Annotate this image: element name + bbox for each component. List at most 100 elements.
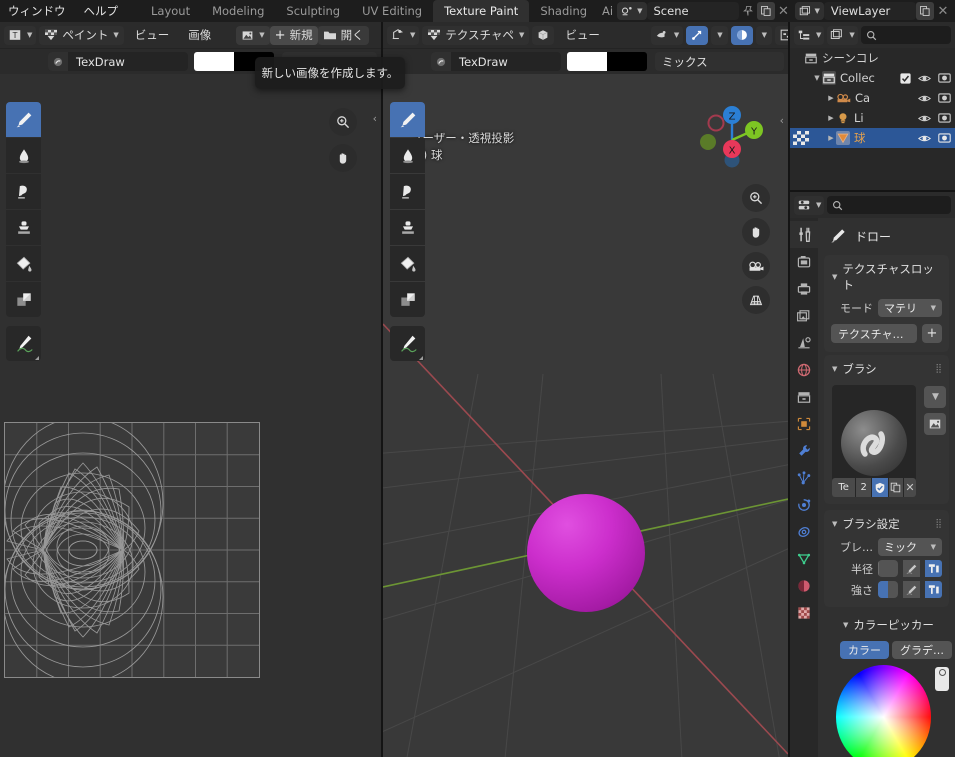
viewport-brush-name[interactable]: TexDraw <box>451 55 561 69</box>
visibility-dropdown-button[interactable]: ▼ <box>650 25 684 45</box>
strength-pressure-toggle[interactable] <box>903 581 920 598</box>
viewport-editor-type-button[interactable]: ▼ <box>387 25 420 45</box>
properties-search-input[interactable] <box>827 196 951 214</box>
image-browse-button[interactable]: ▼ <box>236 25 270 45</box>
shading-options-dropdown[interactable]: ▼ <box>755 25 772 45</box>
outliner-row-camera[interactable]: ▶ Ca <box>790 88 955 108</box>
scene-name-field[interactable]: Scene <box>646 2 739 20</box>
zoom-button[interactable] <box>329 108 357 136</box>
disclosure-triangle-icon[interactable]: ▶ <box>826 94 836 102</box>
workspace-tab-sculpting[interactable]: Sculpting <box>275 0 351 22</box>
outliner-row-light[interactable]: ▶ Li <box>790 108 955 128</box>
radius-pressure-toggle[interactable] <box>903 560 920 577</box>
tab-object[interactable] <box>790 410 818 437</box>
render-camera-icon[interactable] <box>938 112 951 124</box>
scene-pin-button[interactable] <box>739 2 757 20</box>
tab-material[interactable] <box>790 572 818 599</box>
value-slider-handle[interactable] <box>939 669 947 676</box>
camera-view-button[interactable] <box>742 252 770 280</box>
color-tab[interactable]: カラー <box>840 641 889 659</box>
snap-options-dropdown[interactable]: ▼ <box>711 25 728 45</box>
tool-clone[interactable] <box>6 210 41 245</box>
texture-slot-button[interactable]: テクスチャ… <box>831 324 917 343</box>
viewport-brush-datablock[interactable]: TexDraw <box>431 52 561 71</box>
tool-mask[interactable] <box>390 282 425 317</box>
workspace-tab-shading[interactable]: Shading <box>529 0 598 22</box>
texture-mode-dropdown[interactable]: マテリ ▼ <box>878 299 942 317</box>
workspace-tab-layout[interactable]: Layout <box>140 0 201 22</box>
workspace-tab-ai[interactable]: Ai <box>598 0 617 22</box>
workspace-tab-modeling[interactable]: Modeling <box>201 0 275 22</box>
image-editor-menu-view[interactable]: ビュー <box>127 27 178 43</box>
secondary-color-swatch[interactable] <box>607 52 647 71</box>
unlink-brush-button[interactable]: ✕ <box>903 478 916 497</box>
image-editor-sidebar-toggle[interactable]: ‹ <box>373 112 377 125</box>
zoom-button[interactable] <box>742 184 770 212</box>
gradient-tab[interactable]: グラデ… <box>892 641 952 659</box>
tab-modifiers[interactable] <box>790 437 818 464</box>
tab-tool[interactable] <box>790 221 818 248</box>
eye-icon[interactable] <box>918 73 931 84</box>
primary-color-swatch[interactable] <box>567 52 607 71</box>
workspace-tab-texture-paint[interactable]: Texture Paint <box>433 0 530 22</box>
tool-smear[interactable] <box>6 174 41 209</box>
viewlayer-new-button[interactable] <box>915 2 934 20</box>
tool-fill[interactable] <box>390 246 425 281</box>
render-camera-icon[interactable] <box>938 72 951 84</box>
tool-smear[interactable] <box>390 174 425 209</box>
panel-header-color-picker[interactable]: ▼ カラーピッカー <box>824 615 949 637</box>
workspace-tab-uv-editing[interactable]: UV Editing <box>351 0 433 22</box>
outliner-display-mode-button[interactable]: ▼ <box>794 25 825 45</box>
menu-window[interactable]: ウィンドウ <box>8 3 66 19</box>
blend-mode-dropdown[interactable]: ミックス <box>655 52 784 71</box>
brush-preset-dropdown[interactable]: ▼ <box>924 386 946 408</box>
outliner-filter-button[interactable]: ▼ <box>827 25 858 45</box>
strength-slider[interactable] <box>878 581 898 598</box>
drag-dots-icon[interactable]: ⣿ <box>935 519 943 529</box>
image-editor-menu-image[interactable]: 画像 <box>180 27 219 43</box>
brush-name-field[interactable]: Te <box>832 478 856 497</box>
viewlayer-browse-button[interactable]: ▼ <box>794 2 824 20</box>
viewlayer-name-field[interactable]: ViewLayer <box>823 2 916 20</box>
pan-button[interactable] <box>742 218 770 246</box>
eye-icon[interactable] <box>918 93 931 104</box>
editor-type-button[interactable]: T ▼ <box>4 25 37 45</box>
color-wheel[interactable] <box>836 665 932 757</box>
disclosure-triangle-icon[interactable]: ▶ <box>826 114 836 122</box>
properties-body[interactable]: ドロー ▼ テクスチャスロット モード マテリ ▼ テクスチャ… + ▼ ブラシ… <box>818 218 955 757</box>
outliner-row-collection[interactable]: ▼ Collec <box>790 68 955 88</box>
brush-image-button[interactable] <box>924 413 946 435</box>
image-editor-mode-dropdown[interactable]: ペイント ▼ <box>39 25 124 45</box>
tool-mask[interactable] <box>6 282 41 317</box>
viewlayer-unlink-button[interactable]: ✕ <box>934 2 952 20</box>
radius-slider[interactable] <box>878 560 898 577</box>
tab-particles[interactable] <box>790 464 818 491</box>
tab-render[interactable] <box>790 248 818 275</box>
value-slider[interactable] <box>935 667 949 691</box>
image-editor-brush-datablock[interactable]: TexDraw <box>48 52 188 71</box>
tab-view-layer[interactable] <box>790 302 818 329</box>
viewlayer-selector[interactable]: ▼ ViewLayer ✕ <box>794 2 952 20</box>
scene-browse-button[interactable]: ▼ <box>617 2 647 20</box>
disclosure-triangle-icon[interactable]: ▼ <box>812 74 822 82</box>
tab-world[interactable] <box>790 356 818 383</box>
outliner-row-scene-collection[interactable]: シーンコレ <box>790 48 955 68</box>
scene-selector[interactable]: ▼ Scene ✕ <box>617 2 792 20</box>
disclosure-triangle-icon[interactable]: ▶ <box>826 134 836 142</box>
tab-scene[interactable] <box>790 329 818 356</box>
outliner-row-sphere[interactable]: ▶ 球 <box>790 128 955 148</box>
tool-draw[interactable] <box>6 102 41 137</box>
pan-button[interactable] <box>329 144 357 172</box>
outliner-search-input[interactable] <box>860 26 951 44</box>
eye-icon[interactable] <box>918 113 931 124</box>
viewport-canvas[interactable]: ユーザー・透視投影 (1) 球 Z Y X ‹ <box>383 74 788 757</box>
brush-users-count[interactable]: 2 <box>856 478 872 497</box>
duplicate-brush-button[interactable] <box>888 478 903 497</box>
scene-unlink-button[interactable]: ✕ <box>775 2 793 20</box>
tab-texture[interactable] <box>790 599 818 626</box>
menu-help[interactable]: ヘルプ <box>84 3 119 19</box>
tool-clone[interactable] <box>390 210 425 245</box>
eye-icon[interactable] <box>918 133 931 144</box>
render-camera-icon[interactable] <box>938 132 951 144</box>
tab-data[interactable] <box>790 545 818 572</box>
